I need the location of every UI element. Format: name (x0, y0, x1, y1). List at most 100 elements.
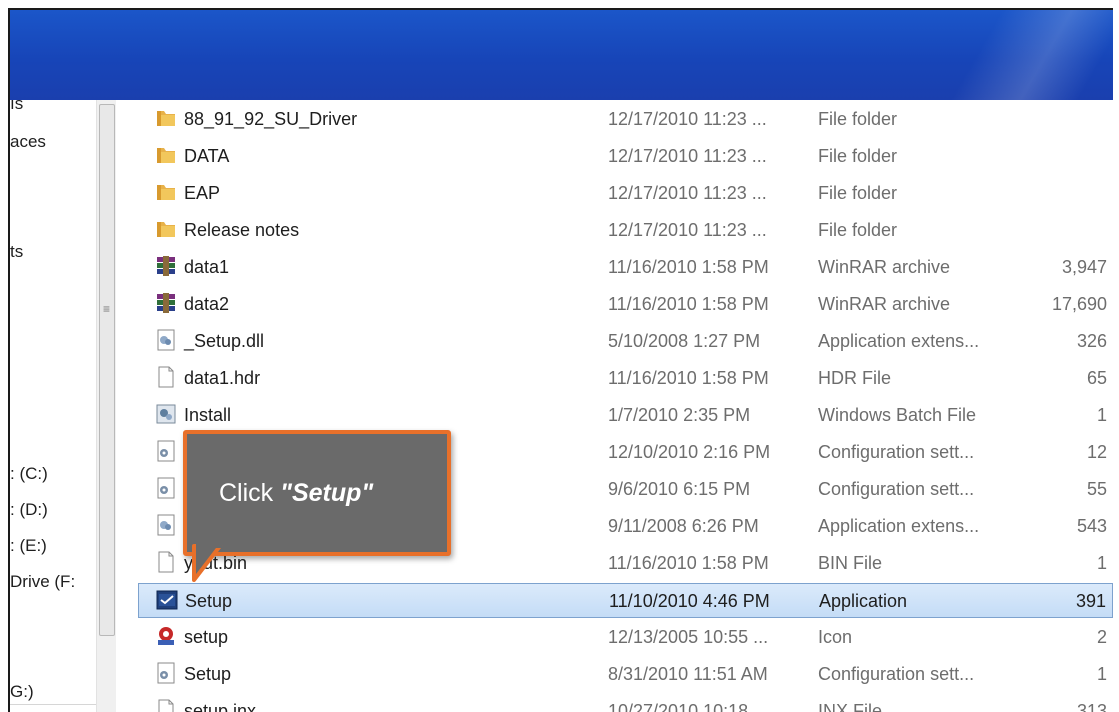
window-title-bar[interactable] (10, 10, 1113, 100)
config-file-icon (154, 439, 178, 463)
file-name: Release notes (184, 220, 300, 240)
file-type: Application extens... (818, 331, 980, 351)
nav-divider (10, 704, 96, 705)
file-size: 1 (1096, 405, 1107, 425)
file-row[interactable]: 88_91_92_SU_Driver 12/17/2010 11:23 ... Fi… (138, 102, 1113, 135)
folder-icon (154, 217, 178, 241)
file-row[interactable]: Release notes 12/17/2010 11:23 ... File fo… (138, 213, 1113, 246)
file-name: data2 (184, 294, 230, 314)
file-name: _Setup.dll (184, 331, 265, 351)
file-size: 17,690 (1051, 294, 1107, 314)
file-row[interactable]: EAP 12/17/2010 11:23 ... File folder (138, 176, 1113, 209)
file-type: WinRAR archive (818, 294, 951, 314)
nav-scrollbar[interactable]: ≡ (96, 100, 118, 712)
file-date-modified: 12/17/2010 11:23 ... (608, 109, 767, 129)
callout-target: "Setup" (280, 479, 374, 507)
file-name: setup (184, 627, 229, 647)
file-date-modified: 9/6/2010 6:15 PM (608, 479, 751, 499)
file-size: 55 (1086, 479, 1107, 499)
file-name: data1 (184, 257, 230, 277)
navigation-pane: ıs aces ts : (C:) : (D:) : (E:) Drive (F… (10, 94, 96, 712)
nav-item-drive-c[interactable]: : (C:) (10, 464, 48, 484)
file-size: 1 (1096, 664, 1107, 684)
folder-icon (154, 143, 178, 167)
file-date-modified: 12/13/2005 10:55 ... (608, 627, 769, 647)
setup-icon-file-icon (154, 624, 178, 648)
file-date-modified: 12/17/2010 11:23 ... (608, 220, 767, 240)
winrar-archive-icon (154, 291, 178, 315)
nav-item-drive-e[interactable]: : (E:) (10, 536, 47, 556)
file-date-modified: 11/16/2010 1:58 PM (608, 257, 769, 277)
tutorial-callout: Click "Setup" (183, 430, 451, 556)
file-row[interactable]: DATA 12/17/2010 11:23 ... File folder (138, 139, 1113, 172)
file-name: EAP (184, 183, 221, 203)
file-date-modified: 12/17/2010 11:23 ... (608, 146, 767, 166)
nav-item-places[interactable]: aces (10, 132, 46, 152)
dll-icon (154, 328, 178, 352)
file-row[interactable]: setup 12/13/2005 10:55 ... Icon 2 (138, 620, 1113, 653)
file-name: Setup (185, 591, 233, 611)
file-row[interactable]: data2 11/16/2010 1:58 PM WinRAR archive 17,… (138, 287, 1113, 320)
file-date-modified: 10/27/2010 10:18 ... (608, 701, 769, 712)
file-date-modified: 11/16/2010 1:58 PM (608, 368, 769, 388)
file-size: 326 (1076, 331, 1107, 351)
file-size: 2 (1096, 627, 1107, 647)
nav-item-drive-f[interactable]: Drive (F: (10, 572, 75, 592)
file-size: 313 (1076, 701, 1107, 712)
file-type: File folder (818, 183, 898, 203)
setup-app-icon (155, 588, 179, 612)
file-type: Application extens... (818, 516, 980, 536)
file-type: HDR File (818, 368, 892, 388)
file-size: 3,947 (1061, 257, 1107, 277)
file-date-modified: 11/10/2010 4:46 PM (609, 591, 770, 611)
file-date-modified: 11/16/2010 1:58 PM (608, 294, 769, 314)
blank-file-icon (154, 365, 178, 389)
file-size: 12 (1086, 442, 1107, 462)
file-date-modified: 1/7/2010 2:35 PM (608, 405, 751, 425)
dll-icon (154, 513, 178, 537)
explorer-window: ıs aces ts : (C:) : (D:) : (E:) Drive (F… (8, 8, 1113, 712)
file-type: Icon (818, 627, 853, 647)
file-type: INX File (818, 701, 883, 712)
file-type: File folder (818, 109, 898, 129)
callout-prefix: Click (219, 479, 281, 507)
nav-item-drive-d[interactable]: : (D:) (10, 500, 48, 520)
file-row[interactable]: Setup 11/10/2010 4:46 PM Application 391 (138, 583, 1113, 618)
file-row[interactable]: data1.hdr 11/16/2010 1:58 PM HDR File 65 (138, 361, 1113, 394)
file-name: data1.hdr (184, 368, 261, 388)
file-date-modified: 12/17/2010 11:23 ... (608, 183, 767, 203)
file-name: Install (184, 405, 232, 425)
file-type: Application (819, 591, 908, 611)
file-row[interactable]: setup.inx 10/27/2010 10:18 ... INX File 313 (138, 694, 1113, 712)
file-size: 65 (1086, 368, 1107, 388)
callout-text: Click "Setup" (219, 479, 373, 508)
callout-pointer (192, 542, 222, 582)
file-type: Configuration sett... (818, 479, 975, 499)
nav-item-partial-top[interactable]: ıs (10, 94, 23, 114)
blank-file-icon (154, 550, 178, 574)
file-name: Setup (184, 664, 232, 684)
file-name: setup.inx (184, 701, 257, 712)
file-date-modified: 9/11/2008 6:26 PM (608, 516, 759, 536)
file-row[interactable]: Install 1/7/2010 2:35 PM Windows Batch Fil… (138, 398, 1113, 431)
file-list: 88_91_92_SU_Driver 12/17/2010 11:23 ... Fi… (116, 100, 1113, 712)
file-type: Configuration sett... (818, 664, 975, 684)
file-date-modified: 12/10/2010 2:16 PM (608, 442, 771, 462)
file-date-modified: 11/16/2010 1:58 PM (608, 553, 769, 573)
file-type: File folder (818, 220, 898, 240)
file-type: BIN File (818, 553, 883, 573)
file-size: 1 (1096, 553, 1107, 573)
file-date-modified: 8/31/2010 11:51 AM (608, 664, 768, 684)
file-type: Windows Batch File (818, 405, 977, 425)
file-name: DATA (184, 146, 230, 166)
file-row[interactable]: Setup 8/31/2010 11:51 AM Configuration set… (138, 657, 1113, 690)
file-row[interactable]: data1 11/16/2010 1:58 PM WinRAR archive 3,9… (138, 250, 1113, 283)
file-row[interactable]: _Setup.dll 5/10/2008 1:27 PM Application e… (138, 324, 1113, 357)
nav-item-documents[interactable]: ts (10, 242, 23, 262)
file-size: 543 (1076, 516, 1107, 536)
nav-item-drive-g[interactable]: G:) (10, 682, 34, 702)
file-date-modified: 5/10/2008 1:27 PM (608, 331, 761, 351)
nav-scrollbar-thumb[interactable]: ≡ (99, 104, 115, 636)
batch-file-icon (154, 402, 178, 426)
file-name: 88_91_92_SU_Driver (184, 109, 358, 129)
